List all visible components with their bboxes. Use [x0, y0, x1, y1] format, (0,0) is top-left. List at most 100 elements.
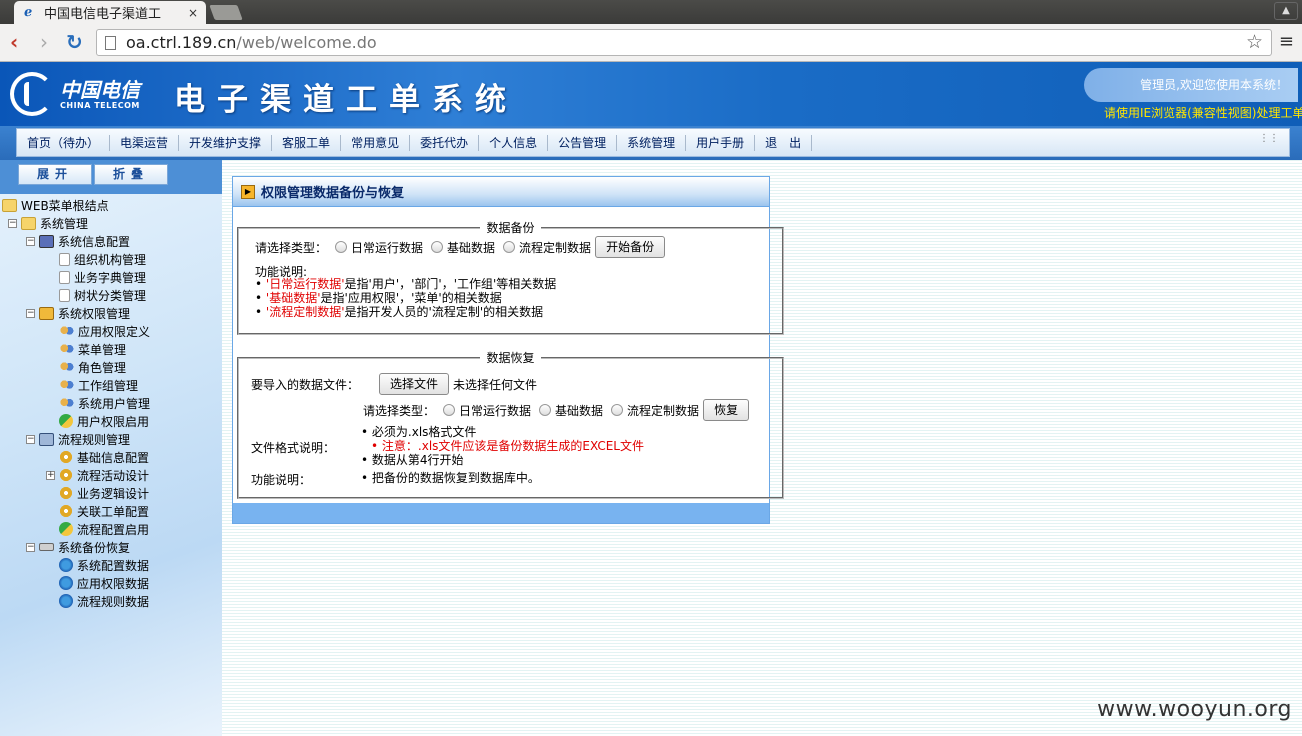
tree-node[interactable]: − 系统信息配置 [26, 232, 130, 250]
tree-node-label[interactable]: 流程活动设计 [77, 467, 149, 484]
tree-node-label[interactable]: 系统配置数据 [77, 557, 149, 574]
tree-node[interactable]: 组织机构管理 [46, 250, 146, 268]
document-icon [59, 252, 70, 266]
collapse-button[interactable]: 折叠 [94, 164, 168, 185]
tree-node[interactable]: 流程规则数据 [46, 592, 149, 610]
tree-node-label[interactable]: 工作组管理 [78, 377, 138, 394]
backup-option-daily: 日常运行数据 [351, 240, 424, 255]
browser-menu-icon[interactable]: ≡ [1279, 32, 1294, 52]
tree-node[interactable]: − 系统备份恢复 [26, 538, 130, 556]
tree-node[interactable]: 应用权限定义 [46, 322, 150, 340]
expand-button[interactable]: 展开 [18, 164, 92, 185]
choose-file-button[interactable]: 选择文件 [379, 373, 450, 395]
tree-node-label[interactable]: 树状分类管理 [74, 287, 146, 304]
list-item: '流程定制数据'是指开发人员的'流程定制'的相关数据 [255, 305, 556, 319]
backup-type-row: 请选择类型： 日常运行数据 基础数据 流程定制数据 开始备份 [255, 236, 666, 258]
backup-radio-daily[interactable] [335, 241, 348, 253]
restore-radio-basic[interactable] [539, 404, 552, 416]
tree-node[interactable]: 菜单管理 [46, 340, 126, 358]
tree-node-label[interactable]: 业务字典管理 [74, 269, 146, 286]
tree-node-label[interactable]: 系统备份恢复 [58, 539, 130, 556]
nav-grip-icon[interactable]: ⋮⋮ [1259, 134, 1279, 144]
tree-node[interactable]: 角色管理 [46, 358, 126, 376]
backup-radio-basic[interactable] [431, 241, 444, 253]
nav-operations[interactable]: 电渠运营 [110, 134, 180, 151]
tree-node[interactable]: − 系统权限管理 [26, 304, 130, 322]
tree-node-label[interactable]: 菜单管理 [78, 341, 126, 358]
tree-node-label[interactable]: 系统信息配置 [58, 233, 130, 250]
nav-delegation[interactable]: 委托代办 [410, 134, 480, 151]
tree-collapse-icon[interactable]: − [26, 542, 35, 552]
tree-node-label[interactable]: 组织机构管理 [74, 251, 146, 268]
tree-node-label[interactable]: 系统权限管理 [58, 305, 130, 322]
tree-node[interactable]: 工作组管理 [46, 376, 138, 394]
tree-node-label[interactable]: 角色管理 [78, 359, 126, 376]
app-icon [59, 522, 73, 536]
restore-radio-daily[interactable] [443, 404, 456, 416]
tree-node[interactable]: 关联工单配置 [46, 502, 149, 520]
backup-radio-flow[interactable] [503, 241, 516, 253]
tree-node-label[interactable]: 系统用户管理 [78, 395, 150, 412]
tree-node[interactable]: 业务逻辑设计 [46, 484, 149, 502]
restore-option-flow: 流程定制数据 [627, 403, 700, 418]
bookmark-star-icon[interactable]: ☆ [1246, 31, 1263, 53]
nav-system-admin[interactable]: 系统管理 [617, 134, 687, 151]
tree-node[interactable]: 树状分类管理 [46, 286, 146, 304]
address-url[interactable]: oa.ctrl.189.cn/web/welcome.do [126, 33, 377, 52]
tree-node-label[interactable]: WEB菜单根结点 [21, 197, 109, 214]
tab-close-icon[interactable]: × [188, 6, 198, 20]
tree-node-label[interactable]: 应用权限定义 [78, 323, 150, 340]
nav-home[interactable]: 首页（待办） [17, 134, 111, 151]
tree-collapse-icon[interactable]: − [26, 434, 35, 444]
china-telecom-logo: 中国电信 CHINA TELECOM [10, 72, 140, 116]
tree-node-label[interactable]: 流程规则数据 [77, 593, 149, 610]
browser-toolbar: ‹ › ↻ oa.ctrl.189.cn/web/welcome.do ☆ ≡ [0, 24, 1302, 62]
gear-icon [59, 504, 73, 518]
nav-common-opinions[interactable]: 常用意见 [341, 134, 411, 151]
tree-node[interactable]: 系统用户管理 [46, 394, 150, 412]
start-backup-button[interactable]: 开始备份 [595, 236, 666, 258]
tree-node-label[interactable]: 流程配置启用 [77, 521, 149, 538]
back-icon[interactable]: ‹ [10, 31, 18, 53]
tree-root[interactable]: WEB菜单根结点 [2, 196, 109, 214]
tree-node-label[interactable]: 系统管理 [40, 215, 88, 232]
new-tab-button[interactable] [209, 5, 243, 20]
tree-node-label[interactable]: 用户权限启用 [77, 413, 149, 430]
tree-node[interactable]: − 系统管理 [8, 214, 88, 232]
tree-node-label[interactable]: 流程规则管理 [58, 431, 130, 448]
forward-icon[interactable]: › [40, 31, 48, 53]
tree-node[interactable]: 基础信息配置 [46, 448, 149, 466]
nav-logout[interactable]: 退 出 [755, 134, 813, 151]
nav-announcements[interactable]: 公告管理 [548, 134, 618, 151]
gear-icon [59, 450, 73, 464]
profile-icon[interactable]: ▲ [1274, 2, 1298, 20]
reload-icon[interactable]: ↻ [66, 31, 83, 53]
nav-dev-support[interactable]: 开发维护支撑 [179, 134, 273, 151]
tree-node[interactable]: 应用权限数据 [46, 574, 149, 592]
address-bar[interactable]: oa.ctrl.189.cn/web/welcome.do ☆ [96, 29, 1272, 56]
restore-radio-flow[interactable] [611, 404, 624, 416]
nav-personal-info[interactable]: 个人信息 [479, 134, 549, 151]
tree-node-label[interactable]: 基础信息配置 [77, 449, 149, 466]
tree-collapse-icon[interactable]: − [26, 236, 35, 246]
tree-node-label[interactable]: 关联工单配置 [77, 503, 149, 520]
tree-node-label[interactable]: 应用权限数据 [77, 575, 149, 592]
panel-play-icon: ▶ [241, 184, 255, 199]
main-content: ▶ 权限管理数据备份与恢复 数据备份 请选择类型： 日常运行数据 基础数据 流程… [222, 160, 1302, 736]
tree-node[interactable]: 流程配置启用 [46, 520, 149, 538]
restore-button[interactable]: 恢复 [703, 399, 750, 421]
nav-service-tickets[interactable]: 客服工单 [272, 134, 342, 151]
tree-expand-icon[interactable]: + [46, 470, 55, 480]
tree-node[interactable]: − 流程规则管理 [26, 430, 130, 448]
tree-node[interactable]: 用户权限启用 [46, 412, 149, 430]
tree-collapse-icon[interactable]: − [26, 308, 35, 318]
tree-node-label[interactable]: 业务逻辑设计 [77, 485, 149, 502]
browser-tab[interactable]: ℯ 中国电信电子渠道工 × [14, 1, 206, 24]
tree-node[interactable]: 业务字典管理 [46, 268, 146, 286]
tree-collapse-icon[interactable]: − [8, 218, 17, 228]
telecom-logo-icon [10, 72, 54, 116]
format-label: 文件格式说明： [251, 441, 336, 455]
tree-node[interactable]: + 流程活动设计 [46, 466, 149, 484]
nav-user-manual[interactable]: 用户手册 [686, 134, 756, 151]
tree-node[interactable]: 系统配置数据 [46, 556, 149, 574]
